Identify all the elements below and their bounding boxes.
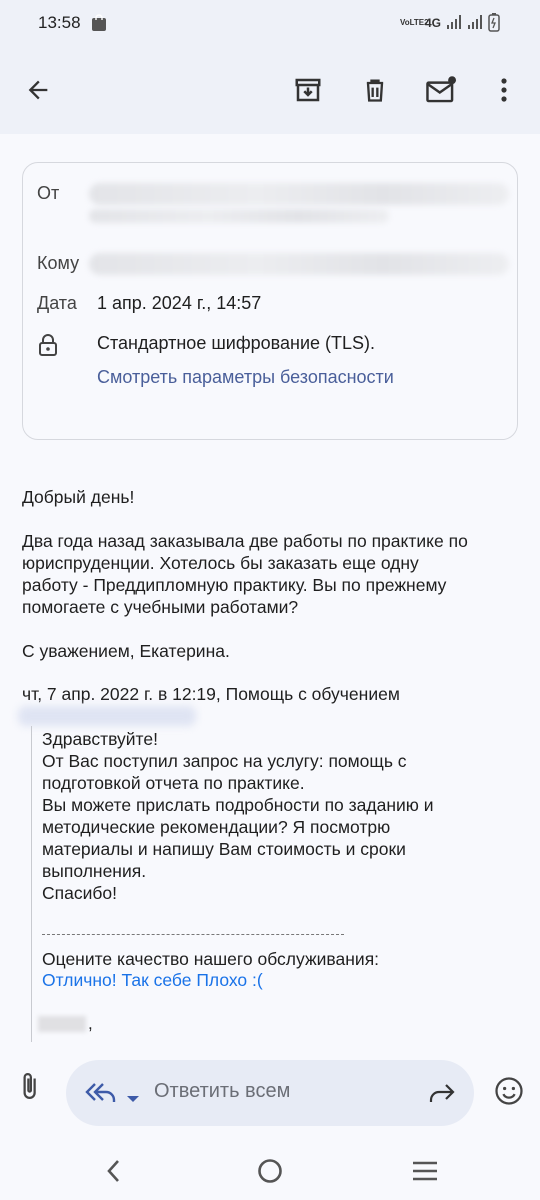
quoted-line: Вы можете прислать подробности по задани… <box>42 795 434 815</box>
date-value: 1 апр. 2024 г., 14:57 <box>97 293 262 313</box>
quoted-comma: , <box>88 1014 93 1033</box>
reply-all-icon[interactable] <box>84 1080 118 1111</box>
nav-back-icon <box>107 1160 119 1182</box>
attach-button[interactable] <box>14 1070 44 1107</box>
back-button[interactable] <box>14 66 62 114</box>
network-type: 4G <box>424 16 441 30</box>
rating-links[interactable]: Отлично! Так себе Плохо :( <box>42 970 263 991</box>
trash-icon <box>366 79 384 102</box>
more-vert-icon <box>501 78 507 102</box>
to-value-redacted <box>89 253 509 275</box>
emoji-icon <box>495 1077 523 1105</box>
quoted-line: методические рекомендации? Я посмотрю <box>42 817 391 837</box>
message-signature: С уважением, Екатерина. <box>22 641 230 661</box>
quoted-line: Здравствуйте! <box>42 729 158 749</box>
nav-home-icon <box>258 1159 282 1183</box>
delete-button[interactable] <box>351 66 399 114</box>
system-nav-bar <box>0 1142 540 1200</box>
status-indicators: VoLTE2 4G <box>400 12 500 34</box>
menu-icon <box>413 1161 437 1181</box>
signal-icon-2 <box>467 14 483 33</box>
message-body-line: работу - Преддипломную практику. Вы по п… <box>22 575 447 595</box>
quoted-line: подготовкой отчета по практике. <box>42 773 305 793</box>
status-bar: 13:58 VoLTE2 4G <box>0 0 540 48</box>
quoted-header: чт, 7 апр. 2022 г. в 12:19, Помощь с обу… <box>22 684 400 704</box>
quoted-line: От Вас поступил запрос на услугу: помощь… <box>42 751 407 771</box>
mail-unread-icon <box>426 76 457 103</box>
shopping-bag-icon <box>91 14 107 32</box>
battery-icon <box>488 12 500 35</box>
archive-button[interactable] <box>284 66 332 114</box>
nav-home-button[interactable] <box>257 1158 283 1184</box>
message-body-line: юриспруденции. Хотелось бы заказать еще … <box>22 553 419 573</box>
nav-back-button[interactable] <box>104 1158 124 1184</box>
quoted-name-redacted <box>38 1016 86 1032</box>
forward-icon[interactable] <box>428 1080 456 1111</box>
reply-placeholder: Ответить всем <box>154 1080 291 1102</box>
date-label: Дата <box>37 293 77 313</box>
rating-prompt: Оцените качество нашего обслуживания: <box>42 949 380 969</box>
quoted-divider <box>42 934 344 935</box>
emoji-button[interactable] <box>494 1076 524 1111</box>
quoted-line: выполнения. <box>42 861 147 881</box>
reply-bar: Ответить всем <box>0 1042 540 1142</box>
message-body-line: Два года назад заказывала две работы по … <box>22 531 468 551</box>
arrow-back-icon <box>28 80 48 100</box>
signal-icon <box>446 14 462 33</box>
volte-indicator: VoLTE2 <box>399 18 429 27</box>
more-options-button[interactable] <box>480 66 528 114</box>
quoted-sender-redacted <box>18 706 196 726</box>
lock-icon <box>37 333 59 362</box>
archive-icon <box>295 78 321 102</box>
paperclip-icon <box>23 1073 36 1099</box>
reply-all-field[interactable]: Ответить всем <box>66 1060 474 1126</box>
message-greeting: Добрый день! <box>22 487 135 507</box>
message-details-card: От Кому Дата 1 апр. 2024 г., 14:57 Станд… <box>22 162 518 440</box>
quoted-message: Здравствуйте! От Вас поступил запрос на … <box>31 726 531 1056</box>
quoted-line: материалы и напишу Вам стоимость и сроки <box>42 839 406 859</box>
encryption-text: Стандартное шифрование (TLS). <box>97 333 376 353</box>
from-label: От <box>37 183 60 203</box>
chevron-down-icon[interactable] <box>126 1090 140 1108</box>
from-value-redacted <box>89 183 509 205</box>
from-value-redacted-2 <box>89 209 389 223</box>
to-label: Кому <box>37 253 80 273</box>
mark-unread-button[interactable] <box>417 66 465 114</box>
message-body-line: помогаете с учебными работами? <box>22 597 299 617</box>
quoted-line: Спасибо! <box>42 883 117 903</box>
security-details-link[interactable]: Смотреть параметры безопасности <box>97 367 394 388</box>
status-time: 13:58 <box>38 13 81 32</box>
app-bar <box>0 48 540 134</box>
nav-recents-button[interactable] <box>411 1160 439 1182</box>
